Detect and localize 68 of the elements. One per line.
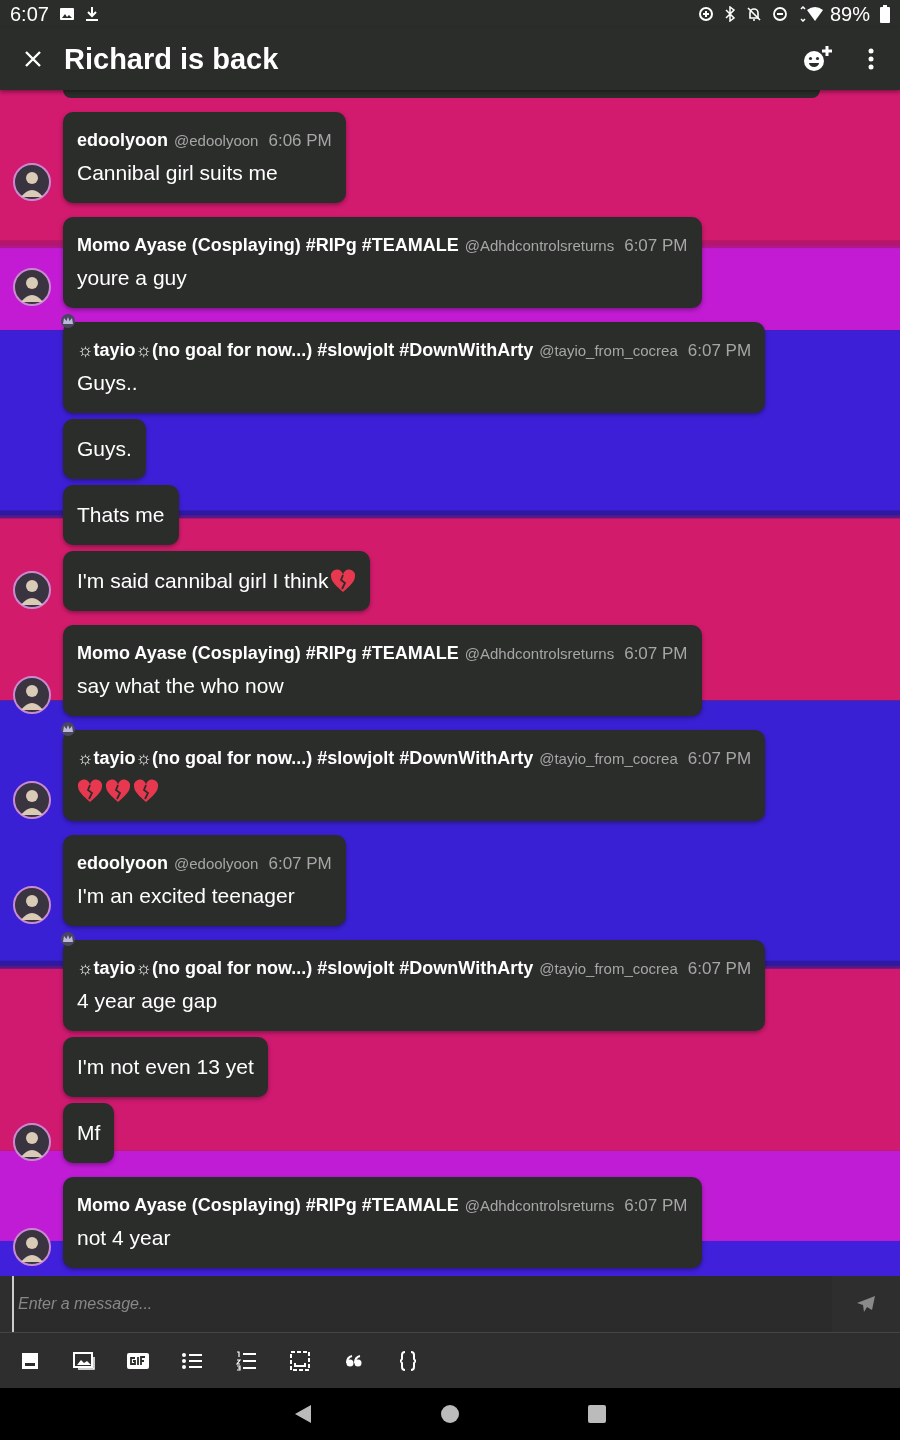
message-time: 6:07 PM bbox=[624, 235, 688, 257]
message-time: 6:07 PM bbox=[268, 853, 332, 875]
avatar-icon[interactable] bbox=[12, 781, 51, 819]
message-text: say what the who now bbox=[77, 673, 284, 699]
broken-heart-icon bbox=[330, 569, 357, 593]
message-text: I'm not even 13 yet bbox=[77, 1054, 254, 1080]
avatar-icon[interactable] bbox=[12, 163, 51, 201]
author-name[interactable]: ☼tayio☼(no goal for now...) #slowjolt #DownWithArty bbox=[77, 743, 534, 773]
download-icon bbox=[84, 6, 99, 22]
message-time: 6:06 PM bbox=[268, 130, 332, 152]
braces-icon[interactable] bbox=[400, 1350, 416, 1371]
message-time: 6:07 PM bbox=[687, 748, 752, 770]
author-name[interactable]: Momo Ayase (Cosplaying) #RIPg #TEAMALE bbox=[77, 638, 459, 668]
bell-off-icon bbox=[745, 6, 762, 22]
image-icon[interactable] bbox=[73, 1351, 95, 1370]
avatar-icon[interactable] bbox=[12, 676, 51, 714]
bluetooth-icon bbox=[723, 6, 736, 22]
avatar-icon[interactable] bbox=[12, 1228, 51, 1266]
gif-icon[interactable] bbox=[127, 1352, 149, 1369]
message-time: 6:07 PM bbox=[624, 643, 688, 665]
author-handle: @edoolyoon bbox=[174, 131, 259, 151]
avatar-icon[interactable] bbox=[12, 1123, 51, 1161]
broken-heart-icon bbox=[105, 779, 131, 803]
author-handle: @tayio_from_cocrea bbox=[539, 959, 678, 979]
message-text: Guys.. bbox=[77, 370, 138, 396]
do-not-disturb-icon bbox=[771, 6, 788, 22]
author-name[interactable]: Momo Ayase (Cosplaying) #RIPg #TEAMALE bbox=[77, 230, 459, 260]
message-time: 6:07 PM bbox=[624, 1195, 688, 1217]
chat-title: Richard is back bbox=[64, 42, 279, 76]
avatar-icon[interactable] bbox=[12, 268, 51, 306]
avatar-icon[interactable] bbox=[12, 886, 51, 924]
message-text: Mf bbox=[77, 1120, 101, 1146]
status-time: 6:07 bbox=[10, 2, 49, 26]
more-options-icon[interactable] bbox=[868, 48, 874, 70]
message-text: I'm said cannibal girl I think bbox=[77, 568, 329, 594]
bullet-list-icon[interactable] bbox=[182, 1351, 202, 1370]
quote-icon[interactable] bbox=[346, 1354, 362, 1367]
message-text: not 4 year bbox=[77, 1225, 171, 1251]
author-name[interactable]: edoolyoon bbox=[77, 125, 168, 155]
avatar-icon[interactable] bbox=[12, 571, 51, 609]
message-time: 6:07 PM bbox=[687, 958, 752, 980]
message-time: 6:07 PM bbox=[687, 340, 752, 362]
numbered-list-icon[interactable] bbox=[236, 1350, 256, 1371]
message-text: I'm an excited teenager bbox=[77, 883, 295, 909]
image-icon bbox=[58, 6, 75, 22]
author-handle: @tayio_from_cocrea bbox=[539, 749, 678, 769]
message-text: youre a guy bbox=[77, 265, 187, 291]
author-name[interactable]: Momo Ayase (Cosplaying) #RIPg #TEAMALE bbox=[77, 1190, 459, 1220]
battery-icon bbox=[880, 5, 890, 23]
broken-heart-icon bbox=[133, 779, 159, 803]
author-handle: @Adhdcontrolsreturns bbox=[464, 644, 615, 664]
message-text: Cannibal girl suits me bbox=[77, 160, 278, 186]
author-handle: @Adhdcontrolsreturns bbox=[464, 236, 615, 256]
author-name[interactable]: ☼tayio☼(no goal for now...) #slowjolt #DownWithArty bbox=[77, 953, 534, 983]
dashed-frame-icon[interactable] bbox=[290, 1350, 310, 1371]
author-handle: @tayio_from_cocrea bbox=[539, 341, 678, 361]
author-name[interactable]: ☼tayio☼(no goal for now...) #slowjolt #DownWithArty bbox=[77, 335, 534, 365]
data-saver-icon bbox=[697, 6, 714, 22]
author-handle: @Adhdcontrolsreturns bbox=[464, 1196, 615, 1216]
wifi-icon bbox=[797, 6, 824, 22]
message-text: Thats me bbox=[77, 502, 165, 528]
message-text: Guys. bbox=[77, 436, 132, 462]
spoiler-icon[interactable] bbox=[21, 1351, 39, 1370]
author-handle: @edoolyoon bbox=[174, 854, 259, 874]
battery-percent: 89% bbox=[829, 2, 870, 26]
broken-heart-icon bbox=[77, 779, 103, 803]
message-text: 4 year age gap bbox=[77, 988, 218, 1014]
author-name[interactable]: edoolyoon bbox=[77, 848, 168, 878]
